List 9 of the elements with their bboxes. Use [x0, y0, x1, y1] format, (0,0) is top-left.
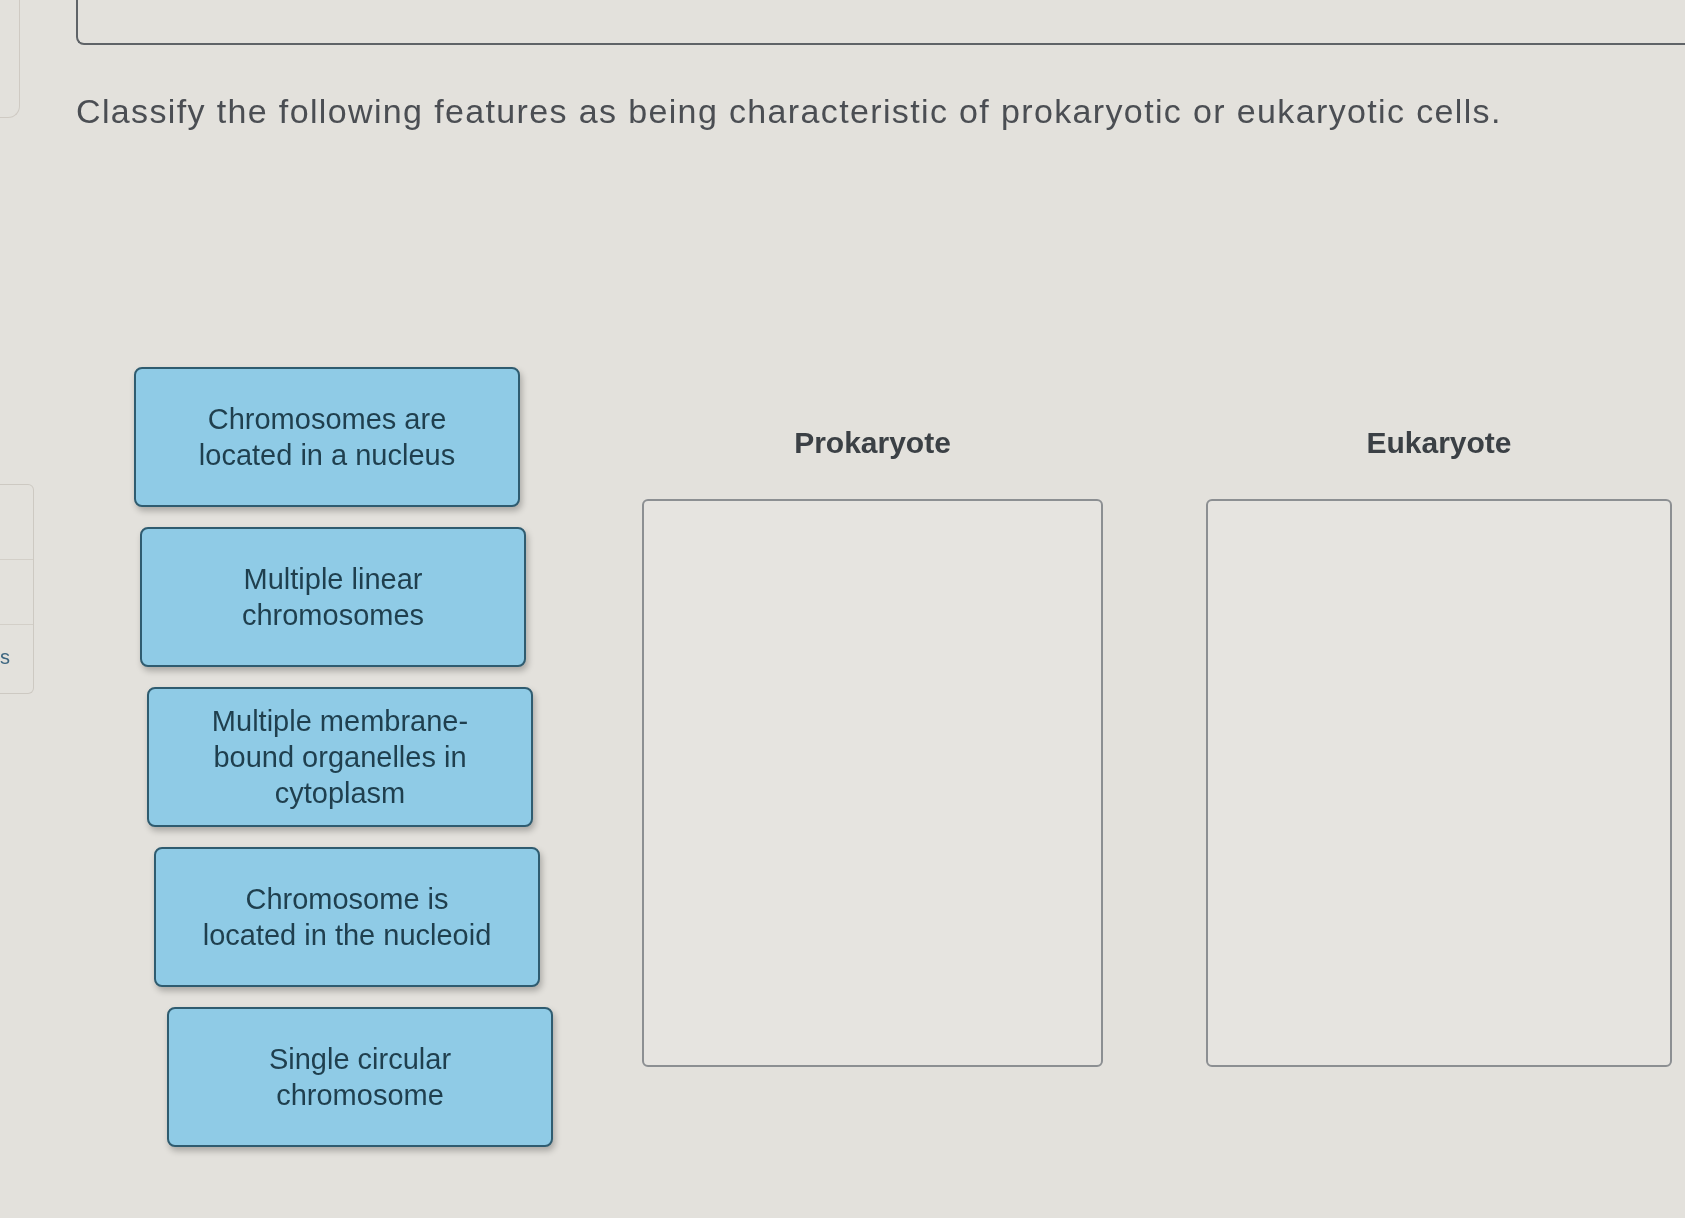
- category-heading: Eukaryote: [1366, 425, 1512, 461]
- question-text: Classify the following features as being characteristic of prokaryotic or eukaryotic cells.: [76, 92, 1502, 130]
- feature-card[interactable]: Chromosome is located in the nucleoid: [154, 847, 540, 987]
- feature-card[interactable]: Multiple linear chromosomes: [140, 527, 526, 667]
- category-heading: Prokaryote: [794, 425, 951, 461]
- feature-card[interactable]: Multiple membrane-bound organelles in cytoplasm: [147, 687, 533, 827]
- side-text: s: [0, 645, 10, 669]
- feature-card[interactable]: Single circular chromosome: [167, 1007, 553, 1147]
- feature-card[interactable]: Chromosomes are located in a nucleus: [134, 367, 520, 507]
